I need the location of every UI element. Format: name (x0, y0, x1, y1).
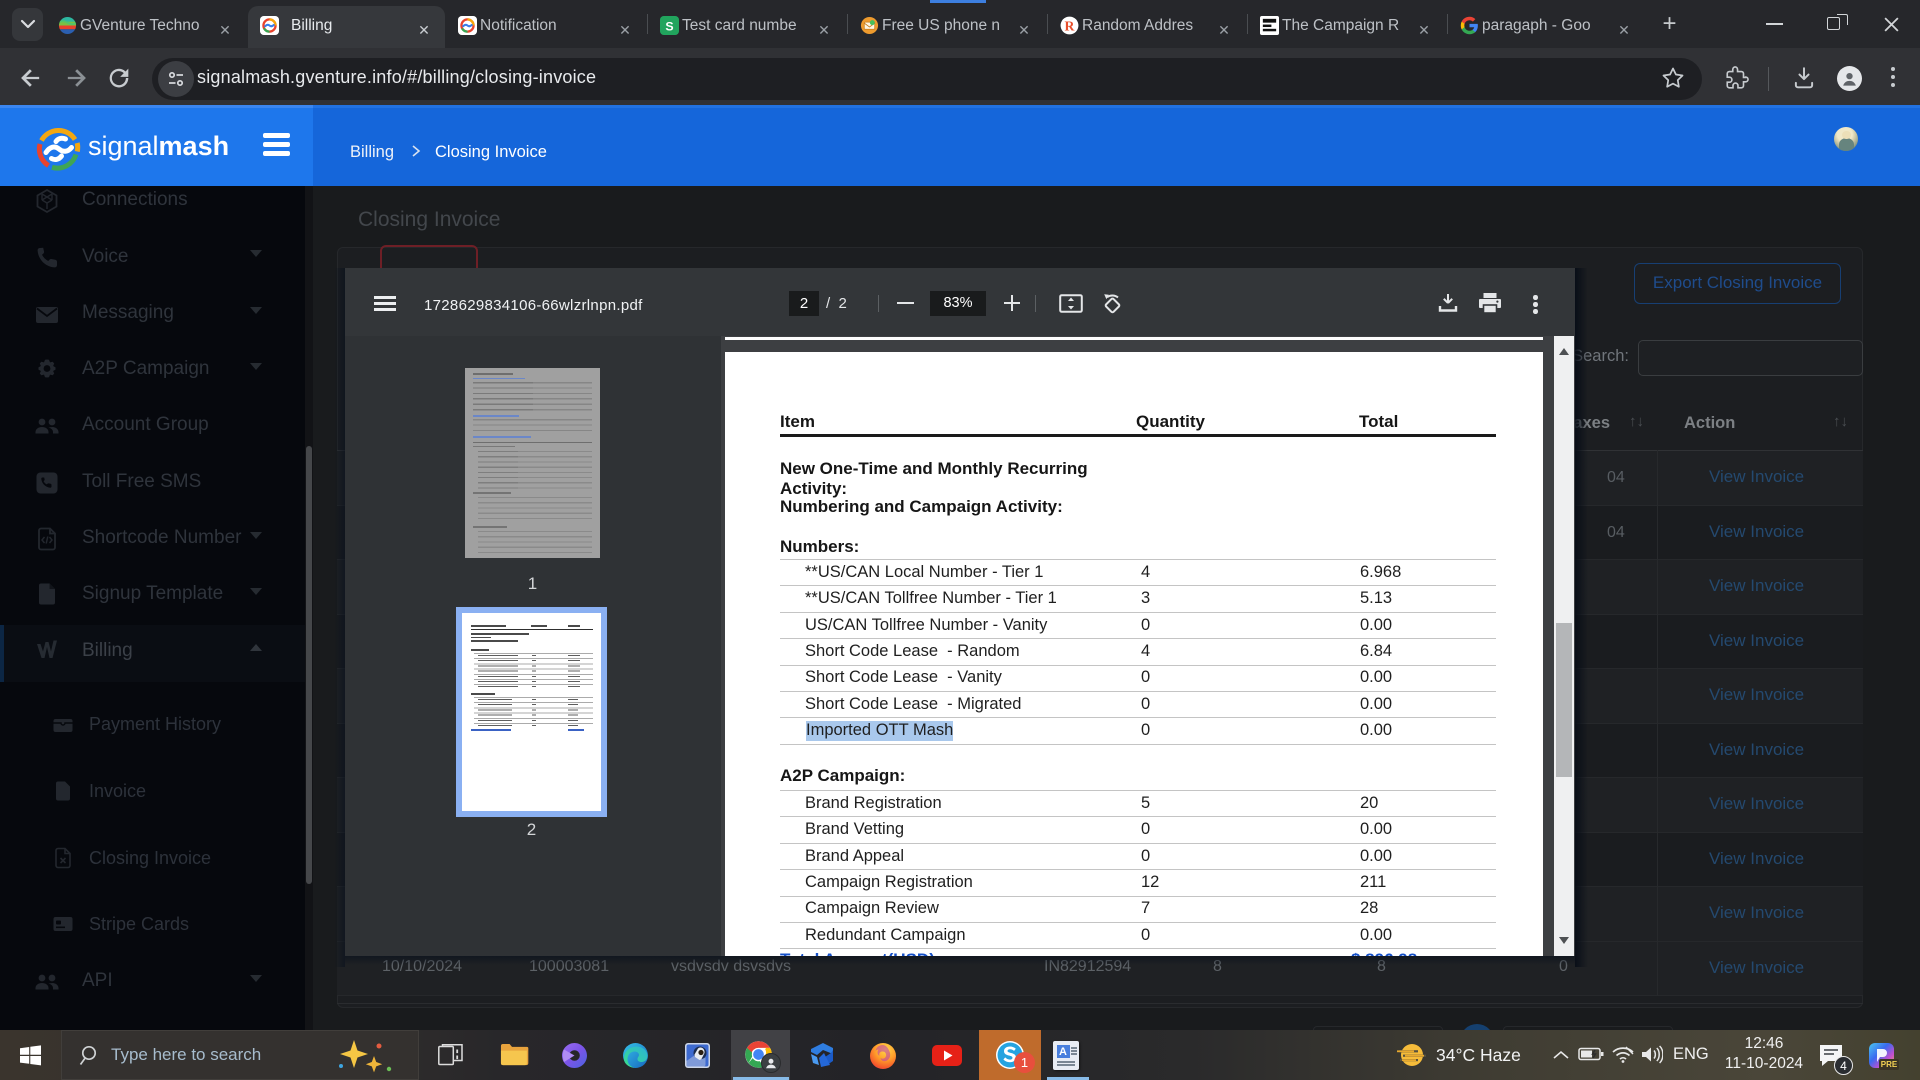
svg-text:S: S (665, 19, 673, 33)
svg-text:R: R (1065, 18, 1076, 33)
